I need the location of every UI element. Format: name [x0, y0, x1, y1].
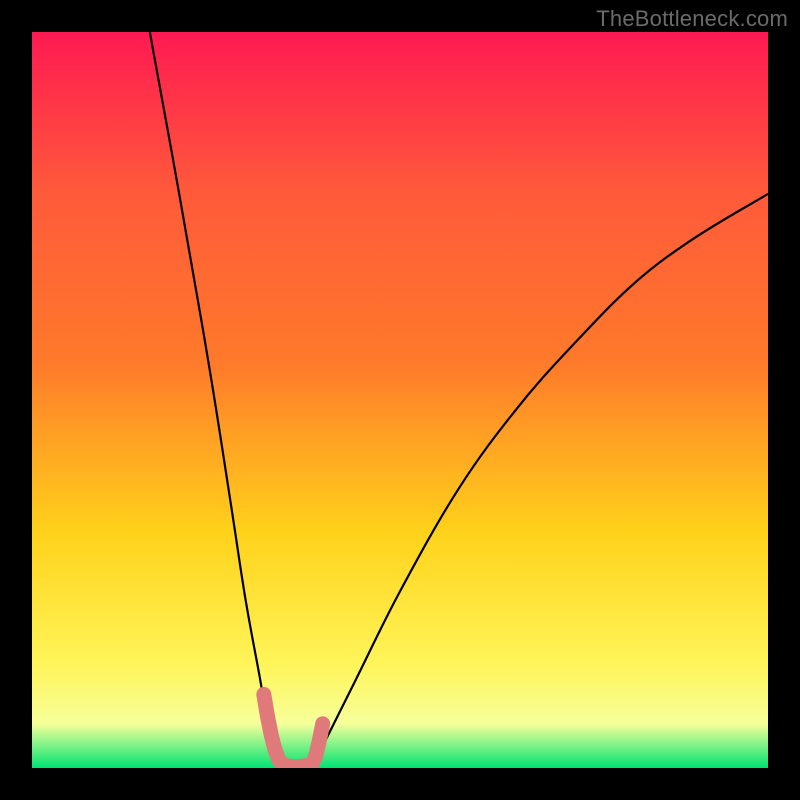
gradient-bg	[32, 32, 768, 768]
watermark-branding: TheBottleneck.com	[596, 6, 788, 32]
chart-svg	[32, 32, 768, 768]
chart-frame: TheBottleneck.com	[0, 0, 800, 800]
plot-area	[32, 32, 768, 768]
